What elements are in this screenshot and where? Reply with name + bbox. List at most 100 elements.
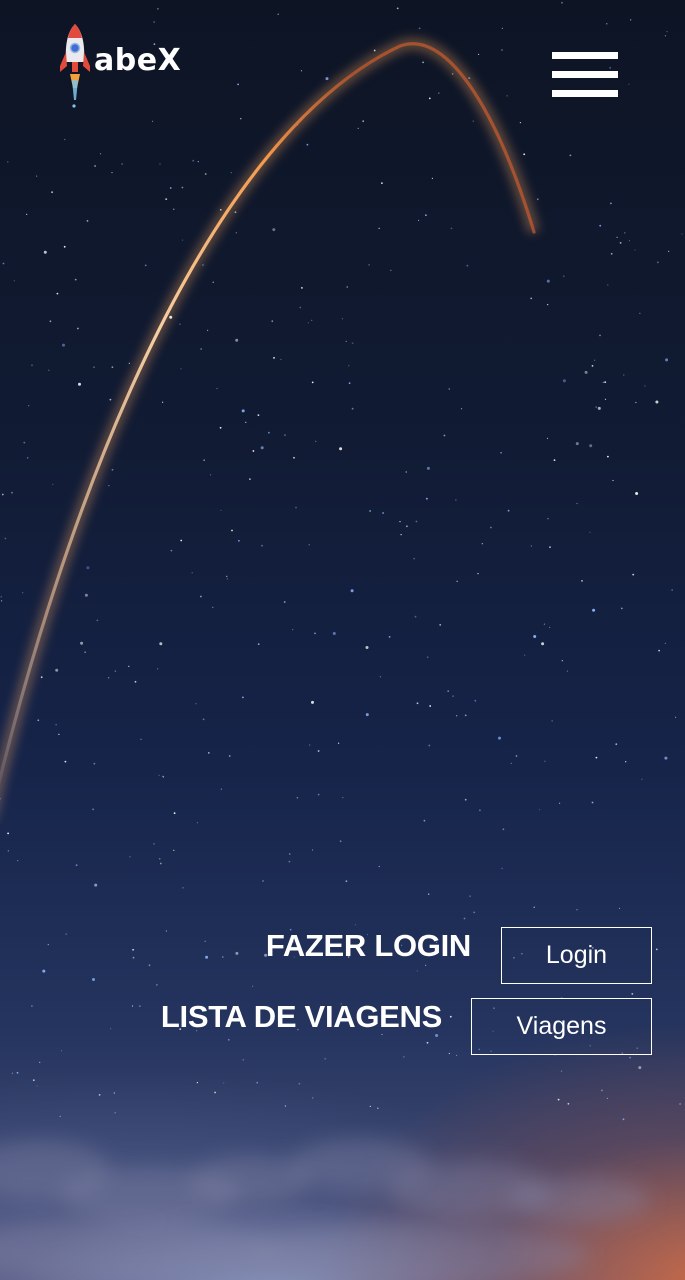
star	[547, 304, 549, 306]
star	[227, 1038, 230, 1041]
star	[231, 529, 233, 532]
star	[562, 275, 565, 278]
star	[256, 1081, 259, 1084]
star	[415, 520, 418, 523]
star	[501, 867, 503, 870]
star	[561, 660, 563, 662]
star	[559, 802, 561, 804]
star	[22, 592, 24, 594]
login-section-label: FAZER LOGIN	[265, 928, 471, 963]
star	[260, 446, 264, 450]
star	[634, 249, 636, 251]
star	[607, 455, 609, 458]
star	[212, 606, 214, 609]
star	[426, 656, 429, 659]
star	[131, 1005, 134, 1007]
star	[242, 1059, 244, 1061]
star	[449, 1015, 452, 1018]
star	[7, 832, 9, 835]
star	[635, 492, 639, 495]
star	[63, 245, 66, 248]
star	[162, 401, 164, 403]
star	[60, 1050, 63, 1052]
star	[162, 775, 164, 777]
brand-logo[interactable]: abeX	[58, 22, 181, 110]
star	[49, 320, 52, 323]
star	[28, 405, 30, 407]
star	[235, 951, 239, 955]
star	[610, 202, 612, 205]
star	[204, 173, 207, 175]
star	[479, 809, 481, 812]
star	[144, 264, 147, 267]
star	[606, 23, 608, 25]
star	[271, 320, 274, 323]
star	[277, 13, 279, 15]
star	[501, 27, 503, 29]
star	[381, 182, 383, 185]
star	[576, 909, 578, 911]
star	[221, 956, 224, 958]
star	[610, 252, 613, 255]
star	[300, 70, 303, 72]
star	[464, 798, 467, 801]
star	[200, 595, 202, 598]
star	[620, 607, 623, 610]
star	[93, 762, 96, 765]
star	[575, 442, 579, 446]
star	[196, 1082, 198, 1084]
star	[234, 211, 237, 214]
star	[114, 1112, 116, 1114]
rocket-icon	[60, 24, 90, 108]
star	[368, 264, 370, 266]
star	[523, 153, 526, 156]
star	[506, 95, 508, 97]
star	[581, 580, 583, 582]
star	[594, 359, 596, 361]
star	[226, 578, 228, 580]
star	[128, 362, 130, 364]
star	[501, 49, 503, 51]
star	[159, 642, 163, 646]
star	[299, 306, 302, 309]
star	[530, 545, 532, 547]
trips-button[interactable]: Viagens	[471, 998, 652, 1055]
login-button[interactable]: Login	[501, 927, 652, 984]
star	[226, 575, 228, 578]
star	[510, 762, 512, 765]
star	[113, 1092, 115, 1094]
hamburger-menu-icon[interactable]	[552, 52, 618, 98]
star	[469, 895, 471, 897]
star	[428, 744, 431, 747]
star	[257, 643, 260, 645]
star	[562, 379, 566, 383]
star	[623, 374, 625, 376]
star	[92, 978, 95, 981]
star	[607, 284, 609, 286]
star	[576, 502, 578, 505]
star	[597, 406, 601, 410]
menu-bar-line	[552, 90, 618, 97]
star	[191, 572, 193, 574]
star	[473, 911, 476, 914]
star	[357, 127, 359, 129]
star	[311, 700, 314, 704]
star	[80, 641, 84, 645]
star	[477, 573, 479, 575]
star	[560, 1070, 563, 1072]
star	[657, 261, 659, 264]
star	[478, 53, 480, 56]
star	[426, 1041, 429, 1044]
star	[62, 343, 65, 347]
star	[252, 450, 255, 452]
star	[405, 471, 407, 473]
star	[515, 755, 518, 757]
star	[223, 1082, 225, 1084]
star	[553, 459, 556, 461]
star	[595, 756, 598, 759]
star	[312, 1097, 314, 1099]
star	[533, 906, 535, 908]
star	[354, 924, 356, 926]
star	[481, 543, 483, 545]
brand-name: abeX	[94, 43, 182, 78]
